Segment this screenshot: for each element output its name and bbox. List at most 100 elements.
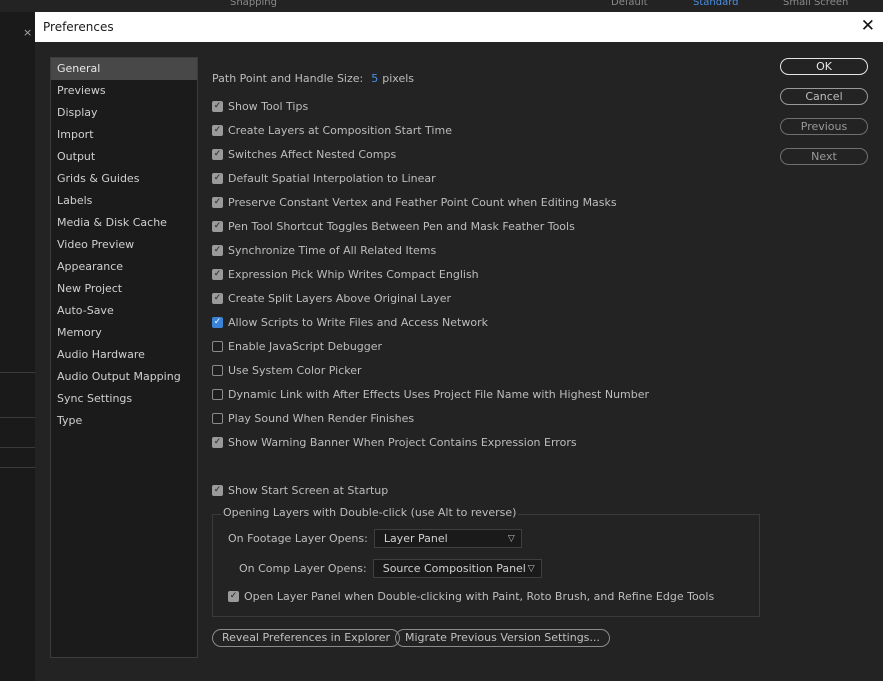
- ok-button[interactable]: OK: [780, 58, 868, 75]
- dialog-titlebar: Preferences ✕: [35, 12, 883, 42]
- path-point-unit: pixels: [382, 71, 414, 85]
- option-switches-affect-nested[interactable]: ✓ Switches Affect Nested Comps: [212, 144, 396, 164]
- option-label: Create Split Layers Above Original Layer: [228, 291, 452, 305]
- sidebar-item-general[interactable]: General: [51, 58, 197, 80]
- sidebar-item-grids-guides[interactable]: Grids & Guides: [51, 168, 197, 190]
- option-spatial-interpolation-linear[interactable]: ✓ Default Spatial Interpolation to Linea…: [212, 168, 436, 188]
- background-left-panel: ×: [0, 12, 36, 681]
- sidebar-item-import[interactable]: Import: [51, 124, 197, 146]
- option-label: Use System Color Picker: [228, 363, 362, 377]
- option-expression-pick-whip[interactable]: ✓ Expression Pick Whip Writes Compact En…: [212, 264, 479, 284]
- sidebar-item-previews[interactable]: Previews: [51, 80, 197, 102]
- close-icon[interactable]: ✕: [861, 16, 875, 36]
- checkbox[interactable]: ✓: [212, 172, 223, 184]
- sidebar-item-sync-settings[interactable]: Sync Settings: [51, 388, 197, 410]
- sidebar-item-audio-hardware[interactable]: Audio Hardware: [51, 344, 197, 366]
- checkbox[interactable]: ✓: [212, 244, 223, 256]
- preferences-sidebar: General Previews Display Import Output G…: [50, 57, 198, 658]
- option-split-layers-above[interactable]: ✓ Create Split Layers Above Original Lay…: [212, 288, 451, 308]
- sidebar-item-media-disk-cache[interactable]: Media & Disk Cache: [51, 212, 197, 234]
- bg-workspace-small-screen: Small Screen: [783, 0, 849, 8]
- option-label: Show Start Screen at Startup: [228, 483, 389, 497]
- comp-layer-dropdown[interactable]: Source Composition Panel ▽: [372, 559, 542, 578]
- footage-layer-label: On Footage Layer Opens:: [228, 532, 368, 545]
- sidebar-item-display[interactable]: Display: [51, 102, 197, 124]
- option-preserve-vertex-count[interactable]: ✓ Preserve Constant Vertex and Feather P…: [212, 192, 617, 212]
- option-system-color-picker[interactable]: ✓ Use System Color Picker: [212, 360, 362, 380]
- cancel-button[interactable]: Cancel: [780, 88, 868, 105]
- option-create-layers-start-time[interactable]: ✓ Create Layers at Composition Start Tim…: [212, 120, 452, 140]
- option-label: Show Warning Banner When Project Contain…: [228, 435, 577, 449]
- option-label: Switches Affect Nested Comps: [228, 147, 397, 161]
- checkbox[interactable]: ✓: [212, 388, 223, 400]
- checkbox[interactable]: ✓: [212, 220, 223, 232]
- checkbox[interactable]: ✓: [212, 412, 223, 424]
- option-label: Pen Tool Shortcut Toggles Between Pen an…: [228, 219, 575, 233]
- checkbox[interactable]: ✓: [212, 148, 223, 160]
- option-show-tool-tips[interactable]: ✓ Show Tool Tips: [212, 96, 308, 116]
- dropdown-value: Layer Panel: [383, 532, 448, 545]
- migrate-settings-button[interactable]: Migrate Previous Version Settings...: [395, 629, 610, 647]
- sidebar-item-appearance[interactable]: Appearance: [51, 256, 197, 278]
- option-play-sound[interactable]: ✓ Play Sound When Render Finishes: [212, 408, 414, 428]
- footage-layer-dropdown[interactable]: Layer Panel ▽: [373, 529, 522, 548]
- option-synchronize-time[interactable]: ✓ Synchronize Time of All Related Items: [212, 240, 436, 260]
- path-point-row: Path Point and Handle Size: 5 pixels: [212, 68, 414, 88]
- option-javascript-debugger[interactable]: ✓ Enable JavaScript Debugger: [212, 336, 382, 356]
- checkbox[interactable]: ✓: [212, 292, 223, 304]
- checkbox[interactable]: ✓: [212, 436, 223, 448]
- sidebar-item-labels[interactable]: Labels: [51, 190, 197, 212]
- chevron-down-icon: ▽: [507, 533, 515, 544]
- path-point-label: Path Point and Handle Size:: [212, 71, 364, 85]
- bg-workspace-default: Default: [611, 0, 648, 8]
- checkbox[interactable]: ✓: [212, 100, 223, 112]
- option-label: Show Tool Tips: [228, 99, 309, 113]
- option-label: Open Layer Panel when Double-clicking wi…: [244, 589, 715, 603]
- next-button[interactable]: Next: [780, 148, 868, 165]
- sidebar-item-audio-output-mapping[interactable]: Audio Output Mapping: [51, 366, 197, 388]
- dropdown-value: Source Composition Panel: [382, 562, 526, 575]
- sidebar-item-new-project[interactable]: New Project: [51, 278, 197, 300]
- option-open-layer-panel-paint[interactable]: ✓ Open Layer Panel when Double-clicking …: [228, 586, 714, 606]
- checkbox[interactable]: ✓: [212, 124, 223, 136]
- bg-snapping-label: Snapping: [230, 0, 277, 8]
- sidebar-item-video-preview[interactable]: Video Preview: [51, 234, 197, 256]
- chevron-down-icon: ▽: [527, 563, 535, 574]
- option-label: Play Sound When Render Finishes: [228, 411, 415, 425]
- option-warning-banner[interactable]: ✓ Show Warning Banner When Project Conta…: [212, 432, 577, 452]
- checkbox[interactable]: ✓: [212, 316, 223, 328]
- sidebar-item-memory[interactable]: Memory: [51, 322, 197, 344]
- sidebar-item-auto-save[interactable]: Auto-Save: [51, 300, 197, 322]
- checkbox[interactable]: ✓: [212, 484, 223, 496]
- checkbox[interactable]: ✓: [212, 268, 223, 280]
- option-dynamic-link[interactable]: ✓ Dynamic Link with After Effects Uses P…: [212, 384, 649, 404]
- path-point-value[interactable]: 5: [371, 72, 378, 85]
- option-label: Synchronize Time of All Related Items: [228, 243, 437, 257]
- option-label: Default Spatial Interpolation to Linear: [228, 171, 436, 185]
- option-label: Allow Scripts to Write Files and Access …: [228, 315, 488, 329]
- comp-layer-label: On Comp Layer Opens:: [239, 562, 367, 575]
- option-label: Expression Pick Whip Writes Compact Engl…: [228, 267, 479, 281]
- footage-layer-row: On Footage Layer Opens: Layer Panel ▽: [228, 529, 522, 548]
- checkbox[interactable]: ✓: [212, 340, 223, 352]
- bg-close-icon: ×: [23, 26, 33, 39]
- option-label: Preserve Constant Vertex and Feather Poi…: [228, 195, 617, 209]
- sidebar-item-output[interactable]: Output: [51, 146, 197, 168]
- comp-layer-row: On Comp Layer Opens: Source Composition …: [239, 559, 542, 578]
- option-start-screen[interactable]: ✓ Show Start Screen at Startup: [212, 480, 388, 500]
- group-title: Opening Layers with Double-click (use Al…: [221, 506, 519, 519]
- checkbox[interactable]: ✓: [212, 364, 223, 376]
- option-label: Dynamic Link with After Effects Uses Pro…: [228, 387, 650, 401]
- checkbox[interactable]: ✓: [228, 590, 239, 602]
- previous-button[interactable]: Previous: [780, 118, 868, 135]
- option-pen-tool-shortcut[interactable]: ✓ Pen Tool Shortcut Toggles Between Pen …: [212, 216, 575, 236]
- reveal-preferences-button[interactable]: Reveal Preferences in Explorer: [212, 629, 401, 647]
- background-toolbar: Snapping Default Standard Small Screen: [0, 0, 883, 12]
- checkbox[interactable]: ✓: [212, 196, 223, 208]
- bg-workspace-standard: Standard: [693, 0, 739, 8]
- dialog-title: Preferences: [43, 20, 114, 34]
- sidebar-item-type[interactable]: Type: [51, 410, 197, 432]
- preferences-dialog: Preferences ✕ General Previews Display I…: [35, 12, 883, 681]
- option-allow-scripts[interactable]: ✓ Allow Scripts to Write Files and Acces…: [212, 312, 488, 332]
- option-label: Enable JavaScript Debugger: [228, 339, 383, 353]
